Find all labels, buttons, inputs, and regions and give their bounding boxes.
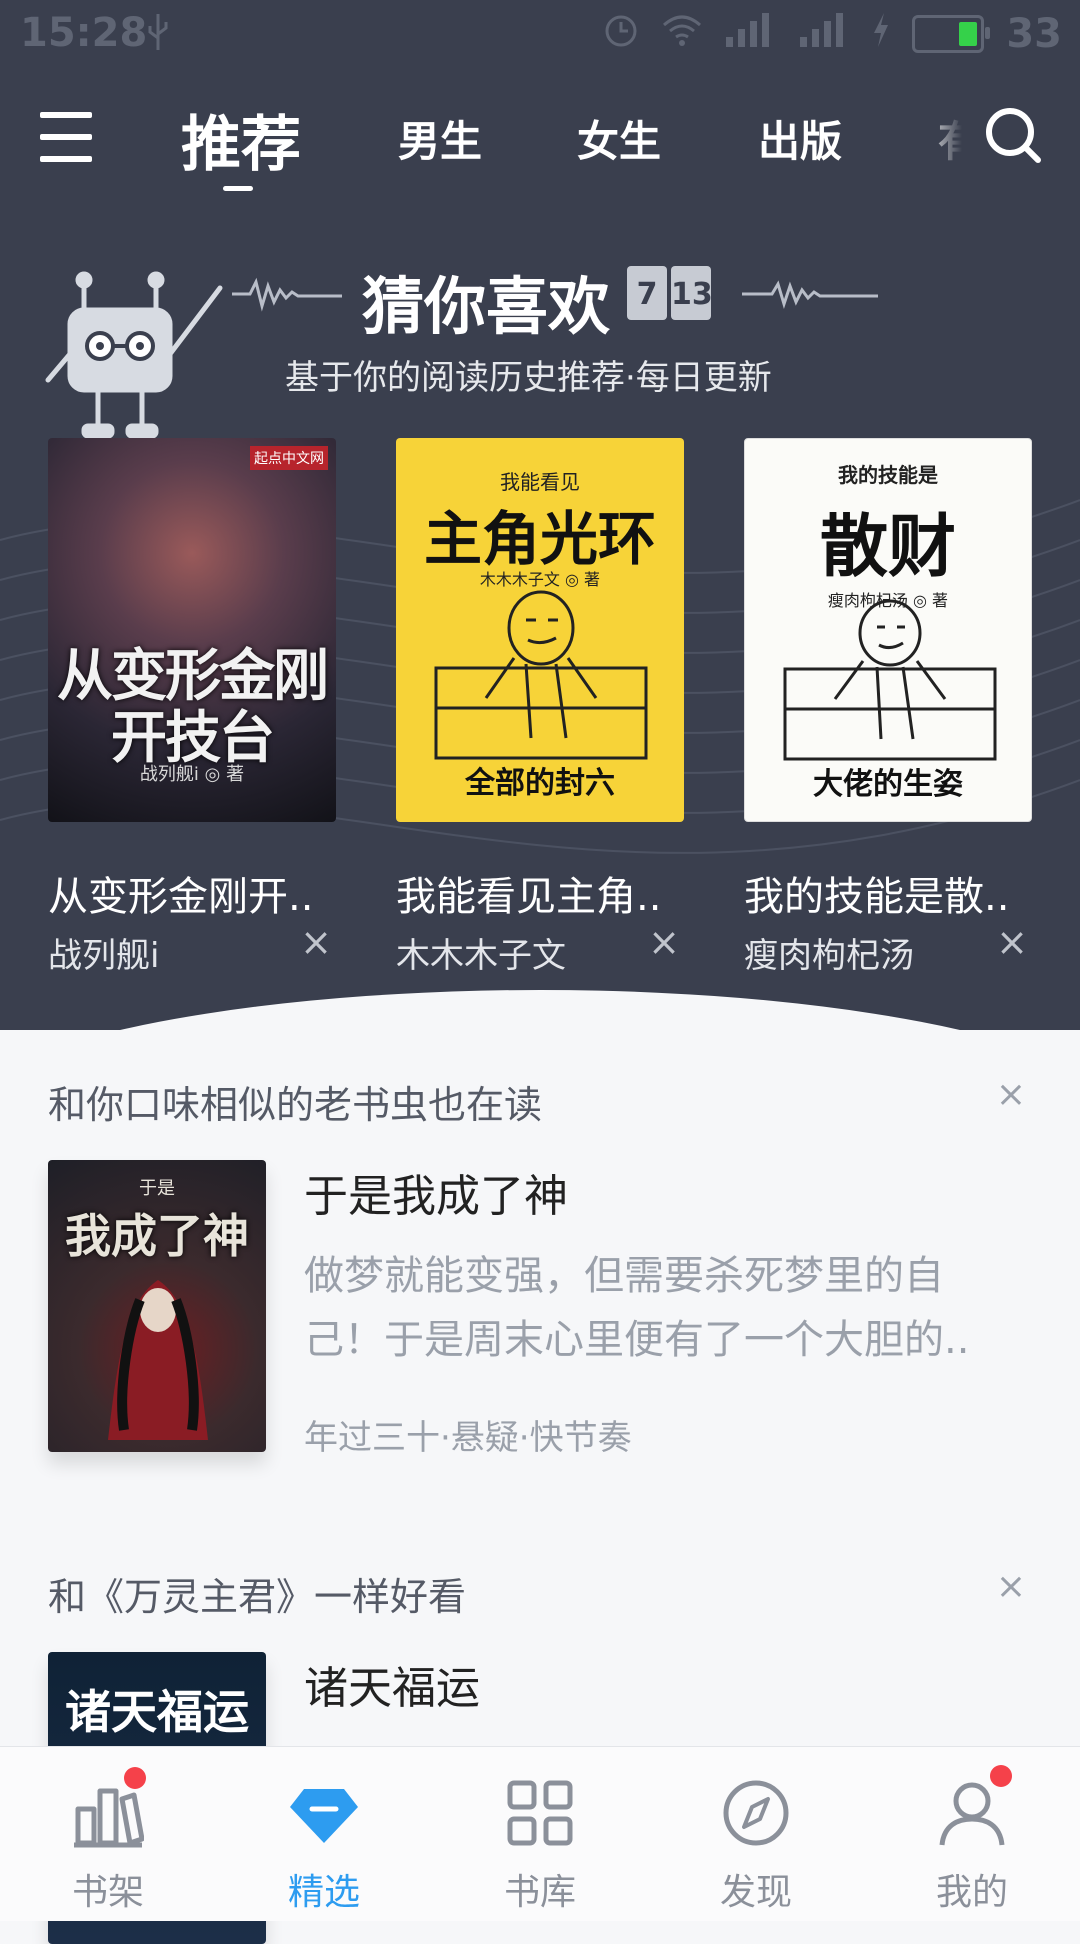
cover-small-text: 我的技能是 bbox=[838, 463, 938, 487]
search-icon[interactable] bbox=[984, 106, 1042, 164]
book-title[interactable]: 诸天福运 bbox=[304, 1652, 480, 1716]
book-title[interactable]: 我的技能是散.. bbox=[744, 864, 1032, 922]
user-icon bbox=[939, 1782, 1005, 1846]
cover-foot-text: 大佬的生姿 bbox=[813, 767, 963, 802]
like-section-header: 和《万灵主君》一样好看 bbox=[48, 1575, 467, 1619]
calendar-day: 13 bbox=[671, 266, 713, 320]
usb-icon bbox=[146, 12, 170, 62]
cover-author: 木木木子文 ◎ 著 bbox=[479, 570, 601, 589]
notification-dot bbox=[124, 1767, 146, 1789]
bottom-nav: 书架 精选 书库 发现 我的 bbox=[0, 1746, 1080, 1921]
book-title[interactable]: 我能看见主角.. bbox=[396, 864, 684, 922]
nav-label: 书架 bbox=[71, 1872, 144, 1913]
guess-book-card[interactable]: 我能看见 主角光环 木木木子文 ◎ 著 全部的封六 我能看见主角.. 木木木子文… bbox=[396, 438, 684, 976]
wifi-icon bbox=[662, 11, 702, 57]
dismiss-icon[interactable]: × bbox=[644, 920, 684, 964]
battery-percent: 33 bbox=[1006, 11, 1062, 57]
alarm-icon bbox=[602, 10, 640, 58]
cover-small-text: 我能看见 bbox=[500, 470, 580, 494]
compass-icon bbox=[723, 1780, 789, 1846]
tab-male[interactable]: 男生 bbox=[398, 108, 482, 169]
tab-publish[interactable]: 出版 bbox=[758, 108, 842, 169]
nav-featured[interactable]: 精选 bbox=[216, 1747, 432, 1921]
nav-library[interactable]: 书库 bbox=[432, 1747, 648, 1921]
book-author: 木木木子文 bbox=[396, 936, 566, 976]
dismiss-icon[interactable]: × bbox=[296, 920, 336, 964]
close-icon[interactable]: × bbox=[990, 1566, 1032, 1608]
book-cover[interactable]: 我能看见 主角光环 木木木子文 ◎ 著 全部的封六 bbox=[396, 438, 684, 822]
status-bar: 15:28 33 bbox=[0, 0, 1080, 66]
cover-author: 战列舰i ◎ 著 bbox=[139, 764, 245, 785]
top-header-area: 15:28 33 推荐 男生 女生 出版 猜你喜欢 7 13 基于你的阅读历史推… bbox=[0, 0, 1080, 1030]
cover-small-text: 于是 bbox=[139, 1178, 175, 1199]
nav-bookshelf[interactable]: 书架 bbox=[0, 1747, 216, 1921]
cover-figure-icon bbox=[108, 1280, 208, 1440]
calendar-month: 7 bbox=[627, 266, 667, 320]
close-icon[interactable]: × bbox=[990, 1074, 1032, 1116]
nav-label: 精选 bbox=[287, 1872, 360, 1913]
grid-icon bbox=[507, 1780, 573, 1846]
book-title[interactable]: 于是我成了神 bbox=[304, 1160, 568, 1224]
notification-dot bbox=[990, 1765, 1012, 1787]
guess-book-card[interactable]: 我的技能是 散财 瘦肉枸杞汤 ◎ 著 大佬的生姿 我的技能是散.. 瘦肉枸杞汤 … bbox=[744, 438, 1032, 976]
similar-section-header: 和你口味相似的老书虫也在读 bbox=[48, 1083, 543, 1127]
description-line: 做梦就能变强，但需要杀死梦里的自 bbox=[304, 1253, 944, 1299]
menu-icon[interactable] bbox=[40, 112, 92, 162]
book-author: 战列舰i bbox=[48, 936, 160, 976]
tab-recommend[interactable]: 推荐 bbox=[181, 96, 301, 191]
cover-title: 诸天福运 bbox=[65, 1685, 249, 1739]
sound-wave-right-icon bbox=[742, 280, 878, 309]
signal-icon-2 bbox=[798, 11, 850, 57]
calendar-date-icon: 7 13 bbox=[627, 266, 713, 320]
cover-title: 我成了神 bbox=[65, 1209, 249, 1263]
robot-mascot-icon bbox=[40, 270, 240, 440]
book-title[interactable]: 从变形金刚开.. bbox=[48, 864, 336, 922]
nav-label: 我的 bbox=[935, 1872, 1008, 1913]
book-cover[interactable]: 我的技能是 散财 瘦肉枸杞汤 ◎ 著 大佬的生姿 bbox=[744, 438, 1032, 822]
cover-title: 从变形金刚开技台 bbox=[57, 644, 329, 771]
cover-illustration-icon bbox=[434, 590, 648, 760]
nav-discover[interactable]: 发现 bbox=[648, 1747, 864, 1921]
dismiss-icon[interactable]: × bbox=[992, 920, 1032, 964]
signal-icon-1 bbox=[724, 11, 776, 57]
tab-female[interactable]: 女生 bbox=[577, 108, 661, 169]
sound-wave-left-icon bbox=[232, 277, 342, 312]
cover-title: 主角光环 bbox=[423, 505, 656, 573]
book-description: 做梦就能变强，但需要杀死梦里的自 己！于是周末心里便有了一个大胆的.. bbox=[304, 1244, 1004, 1372]
top-nav: 推荐 男生 女生 出版 有 bbox=[0, 90, 1080, 200]
book-author: 瘦肉枸杞汤 bbox=[744, 936, 914, 976]
guess-book-card[interactable]: 起点中文网 从变形金刚开技台 战列舰i ◎ 著 从变形金刚开.. 战列舰i × bbox=[48, 438, 336, 976]
description-line: 己！于是周末心里便有了一个大胆的.. bbox=[304, 1317, 970, 1363]
book-cover[interactable]: 起点中文网 从变形金刚开技台 战列舰i ◎ 著 bbox=[48, 438, 336, 822]
cover-foot-text: 全部的封六 bbox=[465, 766, 615, 801]
book-cover[interactable]: 于是 我成了神 bbox=[48, 1160, 266, 1452]
status-time: 15:28 bbox=[20, 10, 148, 56]
diamond-icon bbox=[290, 1789, 358, 1843]
cover-publisher: 起点中文网 bbox=[250, 446, 328, 470]
charging-icon bbox=[872, 11, 890, 57]
cover-illustration-icon bbox=[783, 599, 997, 761]
battery-icon bbox=[912, 15, 991, 53]
guess-title: 猜你喜欢 bbox=[362, 270, 611, 343]
nav-label: 书库 bbox=[503, 1872, 576, 1913]
cover-title: 散财 bbox=[819, 508, 956, 587]
nav-label: 发现 bbox=[719, 1872, 792, 1913]
nav-profile[interactable]: 我的 bbox=[864, 1747, 1080, 1921]
guess-subtitle: 基于你的阅读历史推荐·每日更新 bbox=[285, 358, 772, 398]
book-tags: 年过三十·悬疑·快节奏 bbox=[304, 1418, 632, 1458]
